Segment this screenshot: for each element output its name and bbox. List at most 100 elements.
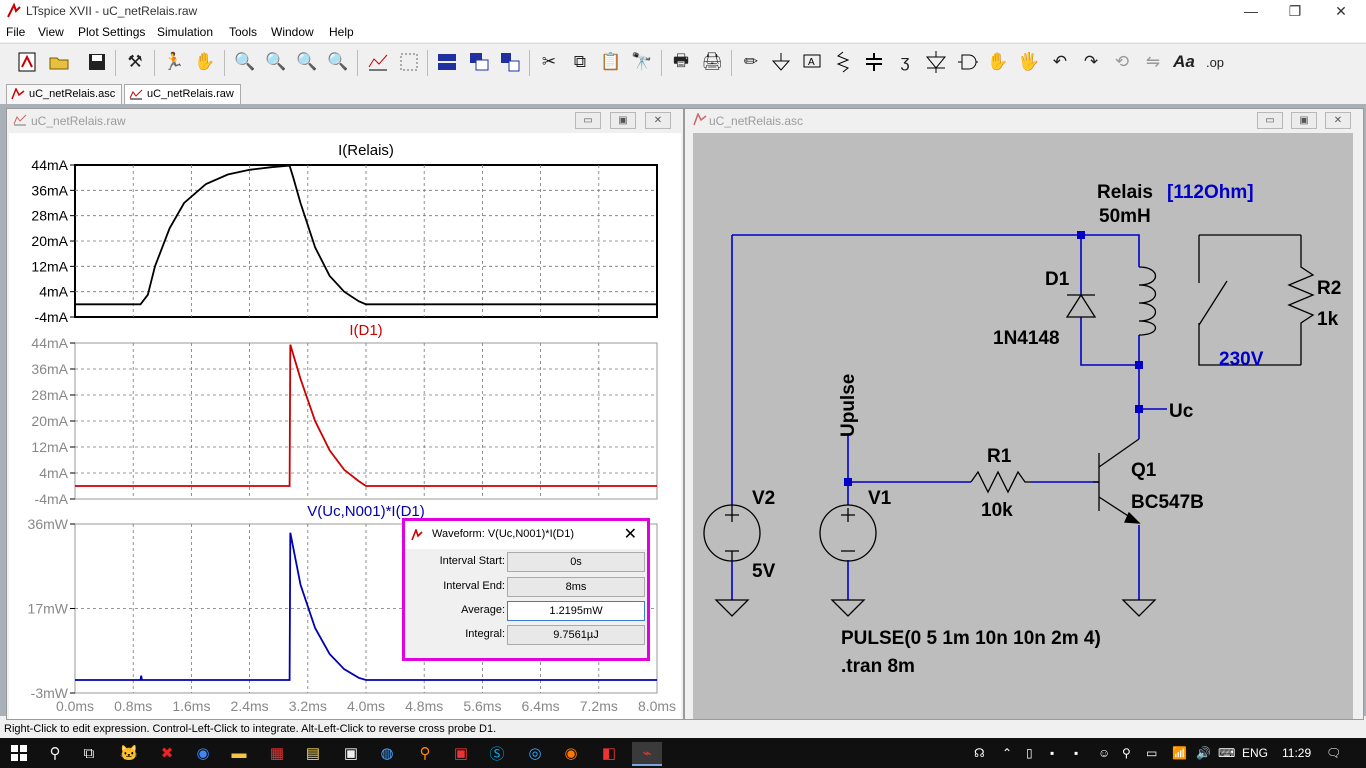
trace-title-2[interactable]: I(D1) — [349, 322, 382, 339]
keyboard-icon[interactable]: ⌨ — [1218, 746, 1235, 760]
move-icon[interactable]: ✋ — [985, 49, 1011, 75]
media-icon[interactable]: ◍ — [372, 742, 402, 764]
window-restore-button[interactable]: ▣ — [610, 112, 636, 129]
close-button[interactable]: ✕ — [1318, 0, 1364, 22]
power-icon[interactable]: ▭ — [1146, 746, 1157, 760]
language-indicator[interactable]: ENG — [1242, 746, 1268, 760]
tab-schematic[interactable]: uC_netRelais.asc — [6, 84, 123, 104]
tray-app1-icon[interactable]: ▪ — [1050, 746, 1054, 760]
zoom-out-icon[interactable]: 🔍 — [294, 49, 320, 75]
app3-icon[interactable]: ▣ — [446, 742, 476, 764]
label-r2: R2 — [1317, 278, 1341, 299]
integral-field[interactable]: 9.7561µJ — [507, 625, 645, 645]
control-panel-icon[interactable]: ⚒ — [122, 49, 148, 75]
halt-icon[interactable]: ✋ — [192, 49, 218, 75]
menu-help[interactable]: Help — [329, 25, 354, 39]
interval-end-field[interactable]: 8ms — [507, 577, 645, 597]
undo-icon[interactable]: ↶ — [1047, 49, 1073, 75]
drag-icon[interactable]: 🖐 — [1016, 49, 1042, 75]
trace-title-1[interactable]: I(Relais) — [338, 142, 394, 159]
window-minimize-button[interactable]: ▭ — [575, 112, 601, 129]
rotate-icon[interactable]: ⟲ — [1109, 49, 1135, 75]
zoom-in-icon[interactable]: 🔍 — [232, 49, 258, 75]
tray-app3-icon[interactable]: ☺ — [1098, 746, 1110, 760]
notifications-icon[interactable]: 🗨 — [1326, 746, 1341, 760]
zoom-pan-icon[interactable]: 🔍 — [263, 49, 289, 75]
cascade-icon[interactable] — [466, 49, 492, 75]
clock[interactable]: 11:29 — [1282, 746, 1311, 760]
menu-file[interactable]: File — [6, 25, 25, 39]
new-schematic-icon[interactable] — [14, 49, 40, 75]
print-preview-icon[interactable]: 🖶 — [668, 49, 694, 75]
waveform-info-dialog: Waveform: V(Uc,N001)*I(D1) ✕ Interval St… — [402, 518, 650, 661]
search-icon[interactable]: ⚲ — [40, 742, 70, 764]
restore-button[interactable]: ❐ — [1272, 0, 1318, 22]
firefox-icon[interactable]: ◉ — [556, 742, 586, 764]
save-icon[interactable] — [84, 49, 110, 75]
menu-simulation[interactable]: Simulation — [157, 25, 213, 39]
y-tick-label: 12mA — [31, 439, 68, 455]
tile-horizontal-icon[interactable] — [434, 49, 460, 75]
relay-switch — [1198, 234, 1315, 366]
print-icon[interactable]: 🖨 — [699, 49, 725, 75]
copy-icon[interactable]: ⧉ — [567, 49, 593, 75]
skype-icon[interactable]: Ⓢ — [482, 742, 512, 764]
windows-taskbar: ⚲ ⧉ 🐱 ✖ ◉ ▬ ▦ ▤ ▣ ◍ ⚲ ▣ Ⓢ ◎ ◉ ◧ ⌁ ☊ ⌃ ▯ … — [0, 738, 1366, 768]
app-icon[interactable]: 🐱 — [114, 742, 144, 764]
text-icon[interactable]: Aa — [1171, 49, 1197, 75]
tray-overflow-icon[interactable]: ⌃ — [1002, 746, 1012, 760]
capacitor-icon[interactable] — [861, 49, 887, 75]
schematic-canvas[interactable]: Relais [112Ohm] 50mH D1 1N4148 R2 1k 230… — [693, 133, 1353, 719]
dialog-close-button[interactable]: ✕ — [624, 524, 637, 544]
app2-icon[interactable]: ▦ — [262, 742, 292, 764]
mirror-icon[interactable]: ⇋ — [1140, 49, 1166, 75]
draw-wire-icon[interactable]: ✏ — [738, 49, 764, 75]
redo-icon[interactable]: ↷ — [1078, 49, 1104, 75]
open-folder-icon[interactable] — [46, 49, 72, 75]
minimize-button[interactable]: — — [1228, 0, 1274, 22]
people-icon[interactable]: ☊ — [974, 746, 985, 760]
volume-icon[interactable]: 🔊 — [1196, 746, 1211, 760]
menu-tools[interactable]: Tools — [229, 25, 257, 39]
zoom-full-icon[interactable]: 🔍 — [325, 49, 351, 75]
search-app-icon[interactable]: ⚲ — [410, 742, 440, 764]
find-icon[interactable]: 🔭 — [629, 49, 655, 75]
browser-icon[interactable]: ◎ — [520, 742, 550, 764]
chrome-icon[interactable]: ◉ — [188, 742, 218, 764]
circuit-diagram[interactable]: Relais [112Ohm] 50mH D1 1N4148 R2 1k 230… — [693, 133, 1353, 719]
menu-view[interactable]: View — [38, 25, 64, 39]
resistor-icon[interactable] — [830, 49, 856, 75]
window-close-button[interactable]: ✕ — [645, 112, 671, 129]
file-explorer-icon[interactable]: ▬ — [224, 742, 254, 764]
menu-window[interactable]: Window — [271, 25, 314, 39]
component-icon[interactable] — [954, 49, 980, 75]
cut-icon[interactable]: ✂ — [536, 49, 562, 75]
paste-icon[interactable]: 📋 — [598, 49, 624, 75]
tray-app2-icon[interactable]: ▪ — [1074, 746, 1078, 760]
windows-start-icon[interactable] — [4, 742, 34, 764]
tile-vertical-icon[interactable] — [497, 49, 523, 75]
task-view-icon[interactable]: ⧉ — [74, 742, 104, 764]
inductor-icon[interactable]: ʒ — [892, 49, 918, 75]
tray-app4-icon[interactable]: ⚲ — [1122, 746, 1131, 760]
menu-plot-settings[interactable]: Plot Settings — [78, 25, 145, 39]
network-icon[interactable]: 📶 — [1172, 746, 1187, 760]
window-minimize-button[interactable]: ▭ — [1257, 112, 1283, 129]
x-app-icon[interactable]: ✖ — [152, 742, 182, 764]
spice-directive-icon[interactable]: .op — [1202, 49, 1228, 75]
app4-icon[interactable]: ◧ — [594, 742, 624, 764]
terminal-icon[interactable]: ▣ — [336, 742, 366, 764]
run-icon[interactable]: 🏃 — [161, 49, 187, 75]
autorange-icon[interactable] — [365, 49, 391, 75]
tab-waveform[interactable]: uC_netRelais.raw — [124, 84, 241, 104]
mark-unused-icon[interactable] — [396, 49, 422, 75]
ground-icon[interactable] — [768, 49, 794, 75]
window-close-button[interactable]: ✕ — [1325, 112, 1351, 129]
interval-start-field[interactable]: 0s — [507, 552, 645, 572]
diode-icon[interactable] — [923, 49, 949, 75]
notepad-icon[interactable]: ▤ — [298, 742, 328, 764]
average-field[interactable]: 1.2195mW — [507, 601, 645, 621]
ltspice-icon[interactable]: ⌁ — [632, 742, 662, 766]
label-net-icon[interactable]: A — [799, 49, 825, 75]
window-restore-button[interactable]: ▣ — [1291, 112, 1317, 129]
